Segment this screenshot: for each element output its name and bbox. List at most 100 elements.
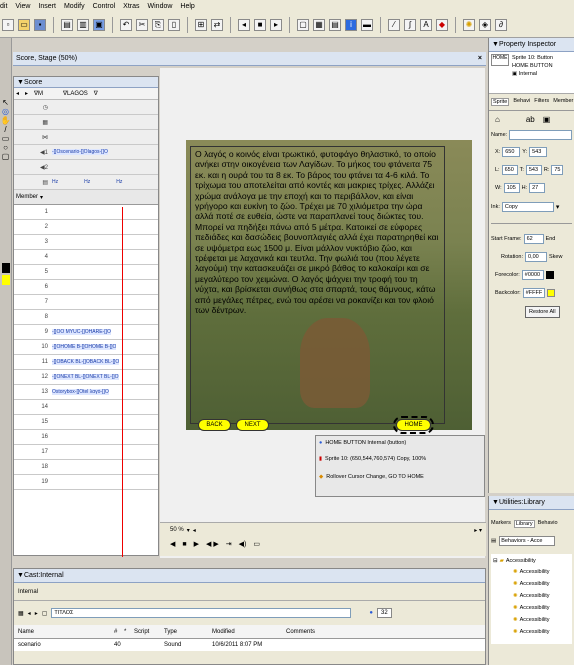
column-number[interactable]: # (114, 629, 124, 635)
nav-back-icon[interactable]: ◂ (28, 610, 31, 617)
close-icon[interactable]: × (478, 55, 482, 62)
undo-icon[interactable]: ↶ (120, 18, 132, 31)
column-name[interactable]: Name (14, 629, 114, 635)
rect-tool-icon[interactable]: ▭ (0, 134, 11, 143)
menu-window[interactable]: Window (148, 3, 173, 10)
cast-titlebar[interactable]: ▼ Cast:Internal (14, 569, 485, 583)
table-row[interactable]: 2 (14, 220, 158, 235)
x-field[interactable]: 650 (502, 147, 521, 157)
tab-sprite[interactable]: Sprite (491, 98, 510, 106)
sprite-span[interactable]: -[]ONEXT BL-[]ONEXT BL-[]O (52, 374, 119, 380)
table-row[interactable]: 12 -[]ONEXT BL-[]ONEXT BL-[]O (14, 370, 158, 385)
list-item[interactable]: ✺ Accessibility (513, 614, 570, 626)
rewind-icon[interactable]: ◂ (238, 18, 250, 31)
list-item[interactable]: ✺ Accessibility (513, 602, 570, 614)
backcolor-field[interactable]: #FFFF (522, 288, 545, 298)
nav-back-icon[interactable]: ◂ (16, 90, 19, 97)
menu-help[interactable]: Help (180, 3, 194, 10)
stage-window-icon[interactable]: ▢ (297, 18, 309, 31)
forecolor-field[interactable]: #0000 (521, 270, 544, 280)
member-ruler[interactable]: Member ▾ (14, 190, 158, 205)
stage-window-titlebar[interactable]: Score, Stage (50%) × (13, 52, 486, 66)
table-row[interactable]: 7 (14, 295, 158, 310)
column-star[interactable]: * (124, 629, 134, 635)
column-comments[interactable]: Comments (286, 629, 315, 635)
script-channel[interactable]: ▤ Hz Hz Hz (14, 175, 158, 190)
open-folder-icon[interactable]: ▭ (18, 18, 30, 31)
right-field[interactable]: 75 (551, 165, 564, 175)
stop-icon[interactable]: ■ (254, 18, 266, 31)
tab-member[interactable]: Member (553, 98, 573, 106)
scroll-left-icon[interactable]: ◂ (193, 527, 196, 534)
menu-xtras[interactable]: Xtras (123, 3, 139, 10)
script-window-icon[interactable]: ▬ (361, 18, 373, 31)
table-row[interactable]: 5 (14, 265, 158, 280)
list-item[interactable]: ✺ Accessibility (513, 590, 570, 602)
sound1-channel[interactable]: ◀1 -[]Oscenario-[]Olagos-[]O (14, 145, 158, 160)
tab-library[interactable]: Library (513, 520, 535, 528)
ink-dropdown[interactable]: Copy (501, 202, 554, 212)
roundrect-tool-icon[interactable]: ▢ (0, 152, 11, 161)
palette-channel[interactable]: ▦ (14, 115, 158, 130)
transition-channel[interactable]: ⋈ (14, 130, 158, 145)
table-row[interactable]: 10 -[]OHOME B-[]OHOME B-[]O (14, 340, 158, 355)
menu-edit[interactable]: dit (0, 3, 7, 10)
exchange-cast-icon[interactable]: ⇄ (211, 18, 223, 31)
tempo-channel[interactable]: ◷ (14, 100, 158, 115)
top-field[interactable]: 543 (525, 165, 542, 175)
marker-m[interactable]: ∇M (34, 90, 43, 97)
list-item[interactable]: ✺ Accessibility (513, 626, 570, 638)
sprite-span[interactable]: Ostorybox-[]Otel λαγό-[]O (52, 389, 109, 395)
library-titlebar[interactable]: ▼ Utilities:Library (489, 496, 574, 510)
find-icon[interactable]: ⊞ (195, 18, 207, 31)
sound2-channel[interactable]: ◀2 (14, 160, 158, 175)
export-icon[interactable]: ▥ (77, 18, 89, 31)
arrow-tool-icon[interactable]: ↖ (0, 98, 11, 107)
table-row[interactable]: 13 Ostorybox-[]Otel λαγό-[]O (14, 385, 158, 400)
width-field[interactable]: 105 (503, 183, 520, 193)
score-titlebar[interactable]: ▼ Score (14, 77, 158, 88)
menu-control[interactable]: Control (93, 3, 116, 10)
table-row[interactable]: 15 (14, 415, 158, 430)
table-row[interactable]: 1 (14, 205, 158, 220)
table-row[interactable]: 14 (14, 400, 158, 415)
nav-forward-icon[interactable]: ▸ (35, 610, 38, 617)
left-field[interactable]: 650 (501, 165, 518, 175)
table-row[interactable]: 19 (14, 475, 158, 490)
tab-behavior[interactable]: Behavi (513, 98, 530, 106)
tree-root[interactable]: Accessibility (506, 558, 536, 564)
member-dropdown[interactable]: Member (16, 194, 38, 200)
menu-modify[interactable]: Modify (64, 3, 85, 10)
tab-filters[interactable]: Filters (534, 98, 549, 106)
editable-icon[interactable]: ab (526, 115, 535, 124)
sprite-span[interactable]: -[]OBACK BL-[]OBACK BL-[]O (52, 359, 120, 365)
list-item[interactable]: ✺ Accessibility (513, 566, 570, 578)
cut-icon[interactable]: ✂ (136, 18, 148, 31)
copy-icon[interactable]: ⎘ (152, 18, 164, 31)
table-row[interactable]: 6 (14, 280, 158, 295)
chevron-down-icon[interactable]: ▾ (187, 527, 190, 534)
new-icon[interactable]: ▫ (2, 18, 14, 31)
shockwave-icon[interactable]: ◆ (436, 18, 448, 31)
collapse-arrow-icon[interactable]: ▼ (17, 79, 24, 86)
line-tool-icon[interactable]: / (0, 125, 11, 134)
info-icon[interactable]: i (345, 18, 357, 31)
cast-view-icon[interactable]: ▦ (18, 610, 24, 617)
library-icon[interactable]: ◈ (479, 18, 491, 31)
column-type[interactable]: Type (164, 629, 212, 635)
play-icon[interactable]: ▸ (270, 18, 282, 31)
table-row[interactable]: scenario 40 Sound 10/6/2011 8:07 PM (14, 639, 485, 651)
list-view-icon[interactable]: ▤ (491, 538, 496, 544)
step-back-icon[interactable]: ◀ ▶ (206, 540, 219, 548)
chevron-down-icon[interactable]: ▾ (40, 194, 43, 201)
tab-markers[interactable]: Markers (491, 520, 511, 528)
expand-icon[interactable]: ⊟ (493, 558, 498, 564)
magnifier-tool-icon[interactable]: ◎ (0, 107, 11, 116)
collapse-arrow-icon[interactable]: ▼ (492, 41, 499, 48)
stop-icon[interactable]: ■ (182, 541, 186, 548)
table-row[interactable]: 11 -[]OBACK BL-[]OBACK BL-[]O (14, 355, 158, 370)
save-icon[interactable]: ▪ (34, 18, 46, 31)
backcolor-swatch[interactable] (546, 289, 555, 297)
paint-icon[interactable]: ∫ (404, 18, 416, 31)
scroll-right-icon[interactable]: ▸ ▾ (474, 527, 482, 534)
